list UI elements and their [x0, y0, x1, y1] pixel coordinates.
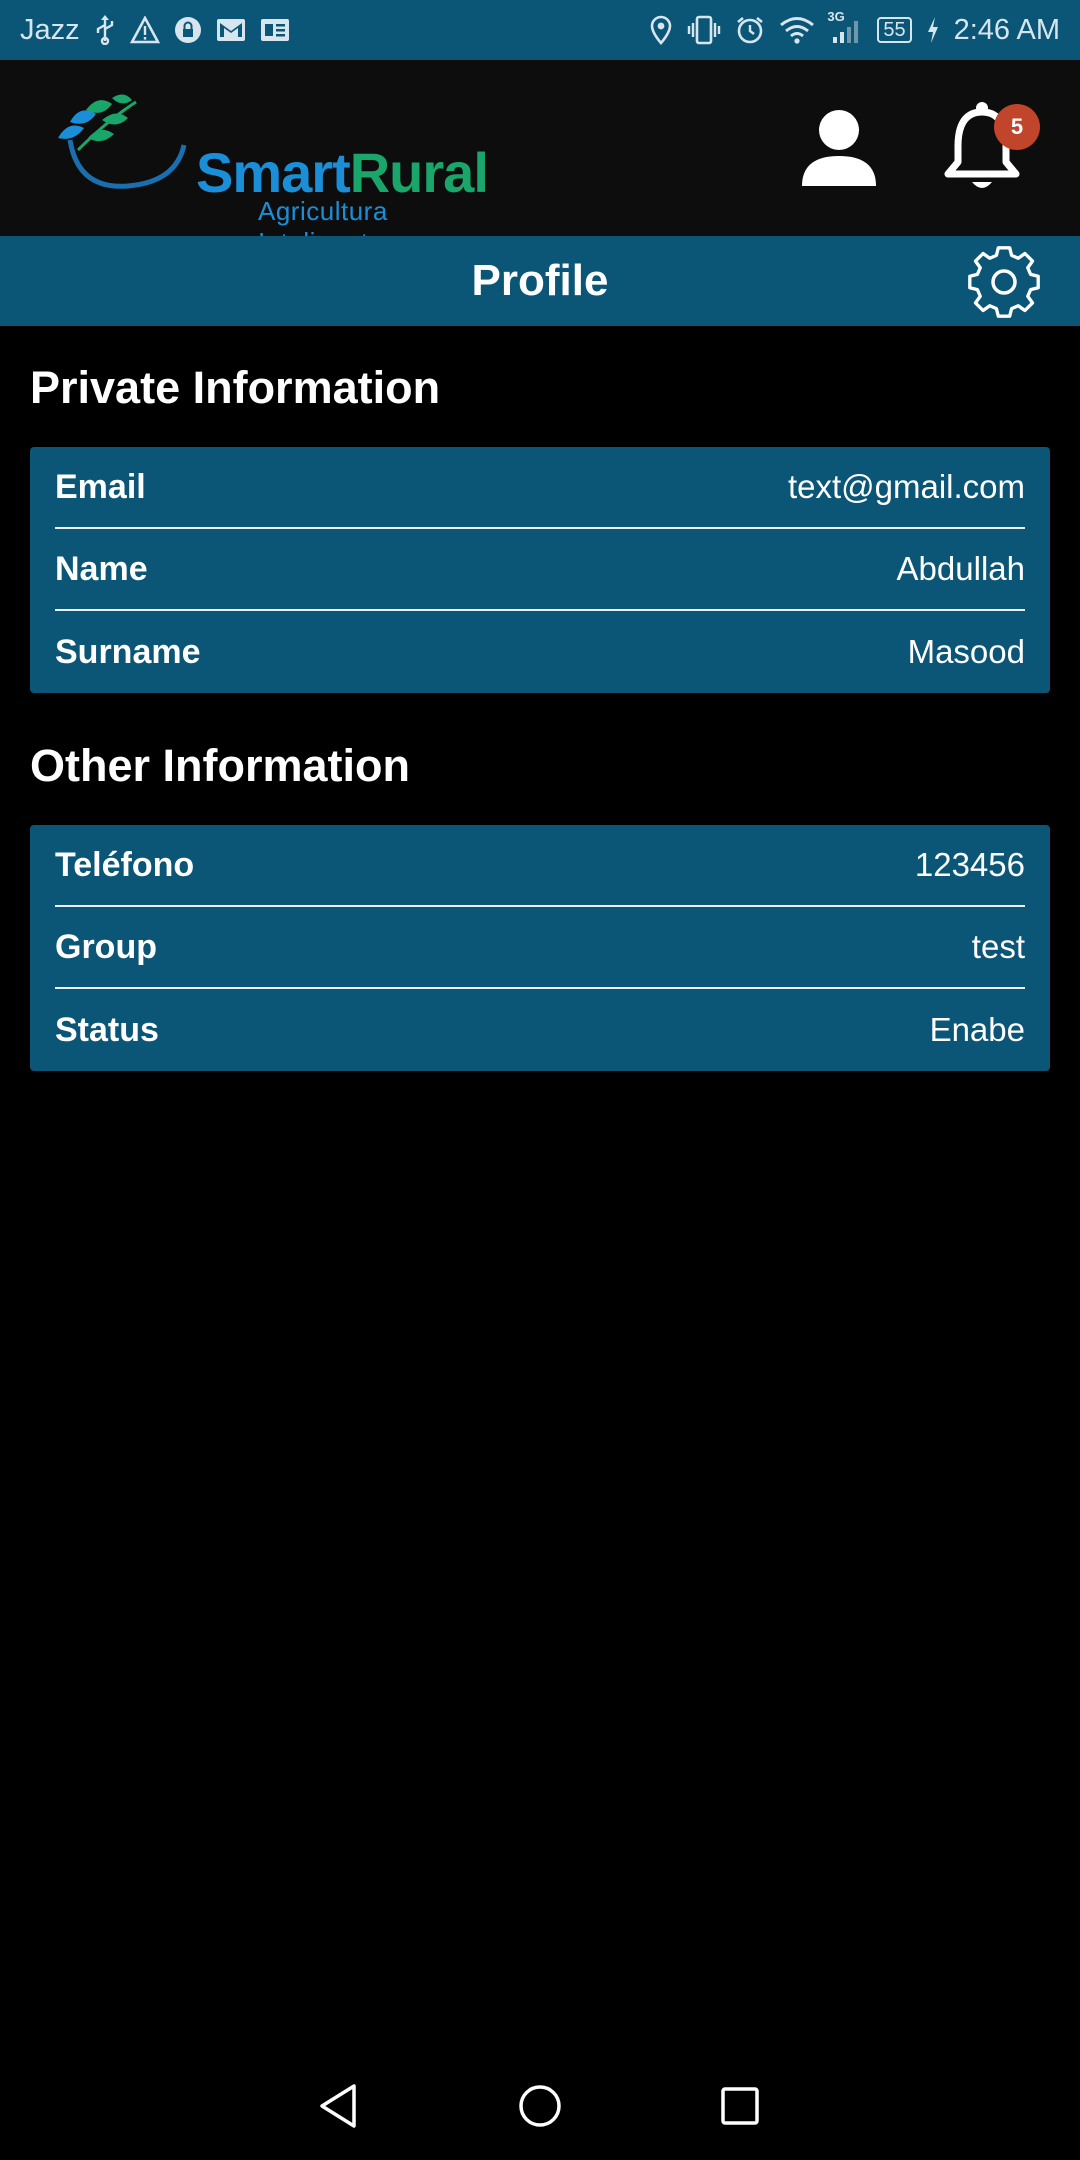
status-value: Enabe	[929, 1011, 1025, 1048]
page-title: Profile	[471, 256, 609, 305]
alarm-icon	[735, 13, 765, 47]
recents-square-icon	[721, 2087, 759, 2125]
group-value: test	[971, 928, 1025, 965]
telefono-row: Teléfono 123456	[55, 825, 1025, 907]
settings-button[interactable]	[964, 242, 1044, 322]
telefono-value: 123456	[914, 846, 1025, 883]
system-navigation-bar	[0, 2050, 1080, 2160]
network-type: 3G	[827, 9, 845, 24]
status-label: Status	[55, 1010, 159, 1049]
home-circle-icon	[519, 2085, 561, 2127]
gallery-notification-icon	[260, 13, 290, 47]
name-row: Name Abdullah	[55, 529, 1025, 611]
group-row: Group test	[55, 907, 1025, 989]
other-information-card: Teléfono 123456 Group test Status Enabe	[30, 825, 1050, 1071]
email-label: Email	[55, 467, 146, 506]
nav-back-button[interactable]	[310, 2076, 370, 2136]
lock-notification-icon	[174, 13, 202, 47]
other-information-heading: Other Information	[30, 740, 410, 791]
private-information-heading: Private Information	[30, 362, 441, 413]
smartrural-logo[interactable]: SmartRural Agricultura Inteligente	[48, 90, 508, 257]
status-row: Status Enabe	[55, 989, 1025, 1071]
nav-recents-button[interactable]	[710, 2076, 770, 2136]
email-value: text@gmail.com	[787, 468, 1025, 505]
logo-rural-text: Rural	[349, 141, 489, 204]
surname-value: Masood	[907, 633, 1025, 670]
profile-screen: Jazz 3G 55 2:46 AM SmartRural Agricultur…	[0, 0, 1080, 2160]
charging-icon	[926, 13, 940, 47]
name-label: Name	[55, 549, 148, 588]
clock: 2:46 AM	[953, 13, 1060, 46]
surname-label: Surname	[55, 632, 201, 671]
cellular-signal-icon: 3G	[827, 9, 863, 47]
notification-count-badge: 5	[994, 104, 1040, 150]
status-bar: Jazz 3G 55 2:46 AM	[0, 0, 1080, 60]
vibrate-icon	[687, 13, 721, 47]
email-row: Email text@gmail.com	[55, 447, 1025, 529]
status-bar-left: Jazz	[20, 13, 290, 47]
carrier-name: Jazz	[20, 13, 80, 46]
title-bar: Profile	[0, 236, 1080, 326]
usb-icon	[94, 13, 116, 47]
nav-home-button[interactable]	[510, 2076, 570, 2136]
name-value: Abdullah	[896, 550, 1025, 587]
wifi-icon	[779, 13, 815, 47]
user-profile-button[interactable]	[796, 106, 882, 192]
location-icon	[649, 13, 673, 47]
gmail-icon	[216, 13, 246, 47]
warning-icon	[129, 13, 160, 47]
logo-wordmark: SmartRural	[196, 145, 489, 201]
user-icon	[802, 110, 876, 186]
status-bar-right: 3G 55 2:46 AM	[649, 9, 1060, 47]
surname-row: Surname Masood	[55, 611, 1025, 693]
logo-smart-text: Smart	[196, 141, 351, 204]
private-information-card: Email text@gmail.com Name Abdullah Surna…	[30, 447, 1050, 693]
group-label: Group	[55, 927, 157, 966]
telefono-label: Teléfono	[55, 845, 195, 884]
gear-icon	[968, 246, 1040, 318]
back-triangle-icon	[320, 2084, 356, 2128]
notifications-button[interactable]: 5	[944, 100, 1040, 200]
leaf-logo-icon	[58, 94, 187, 189]
app-header: SmartRural Agricultura Inteligente 5	[0, 60, 1080, 257]
battery-level: 55	[877, 17, 912, 43]
